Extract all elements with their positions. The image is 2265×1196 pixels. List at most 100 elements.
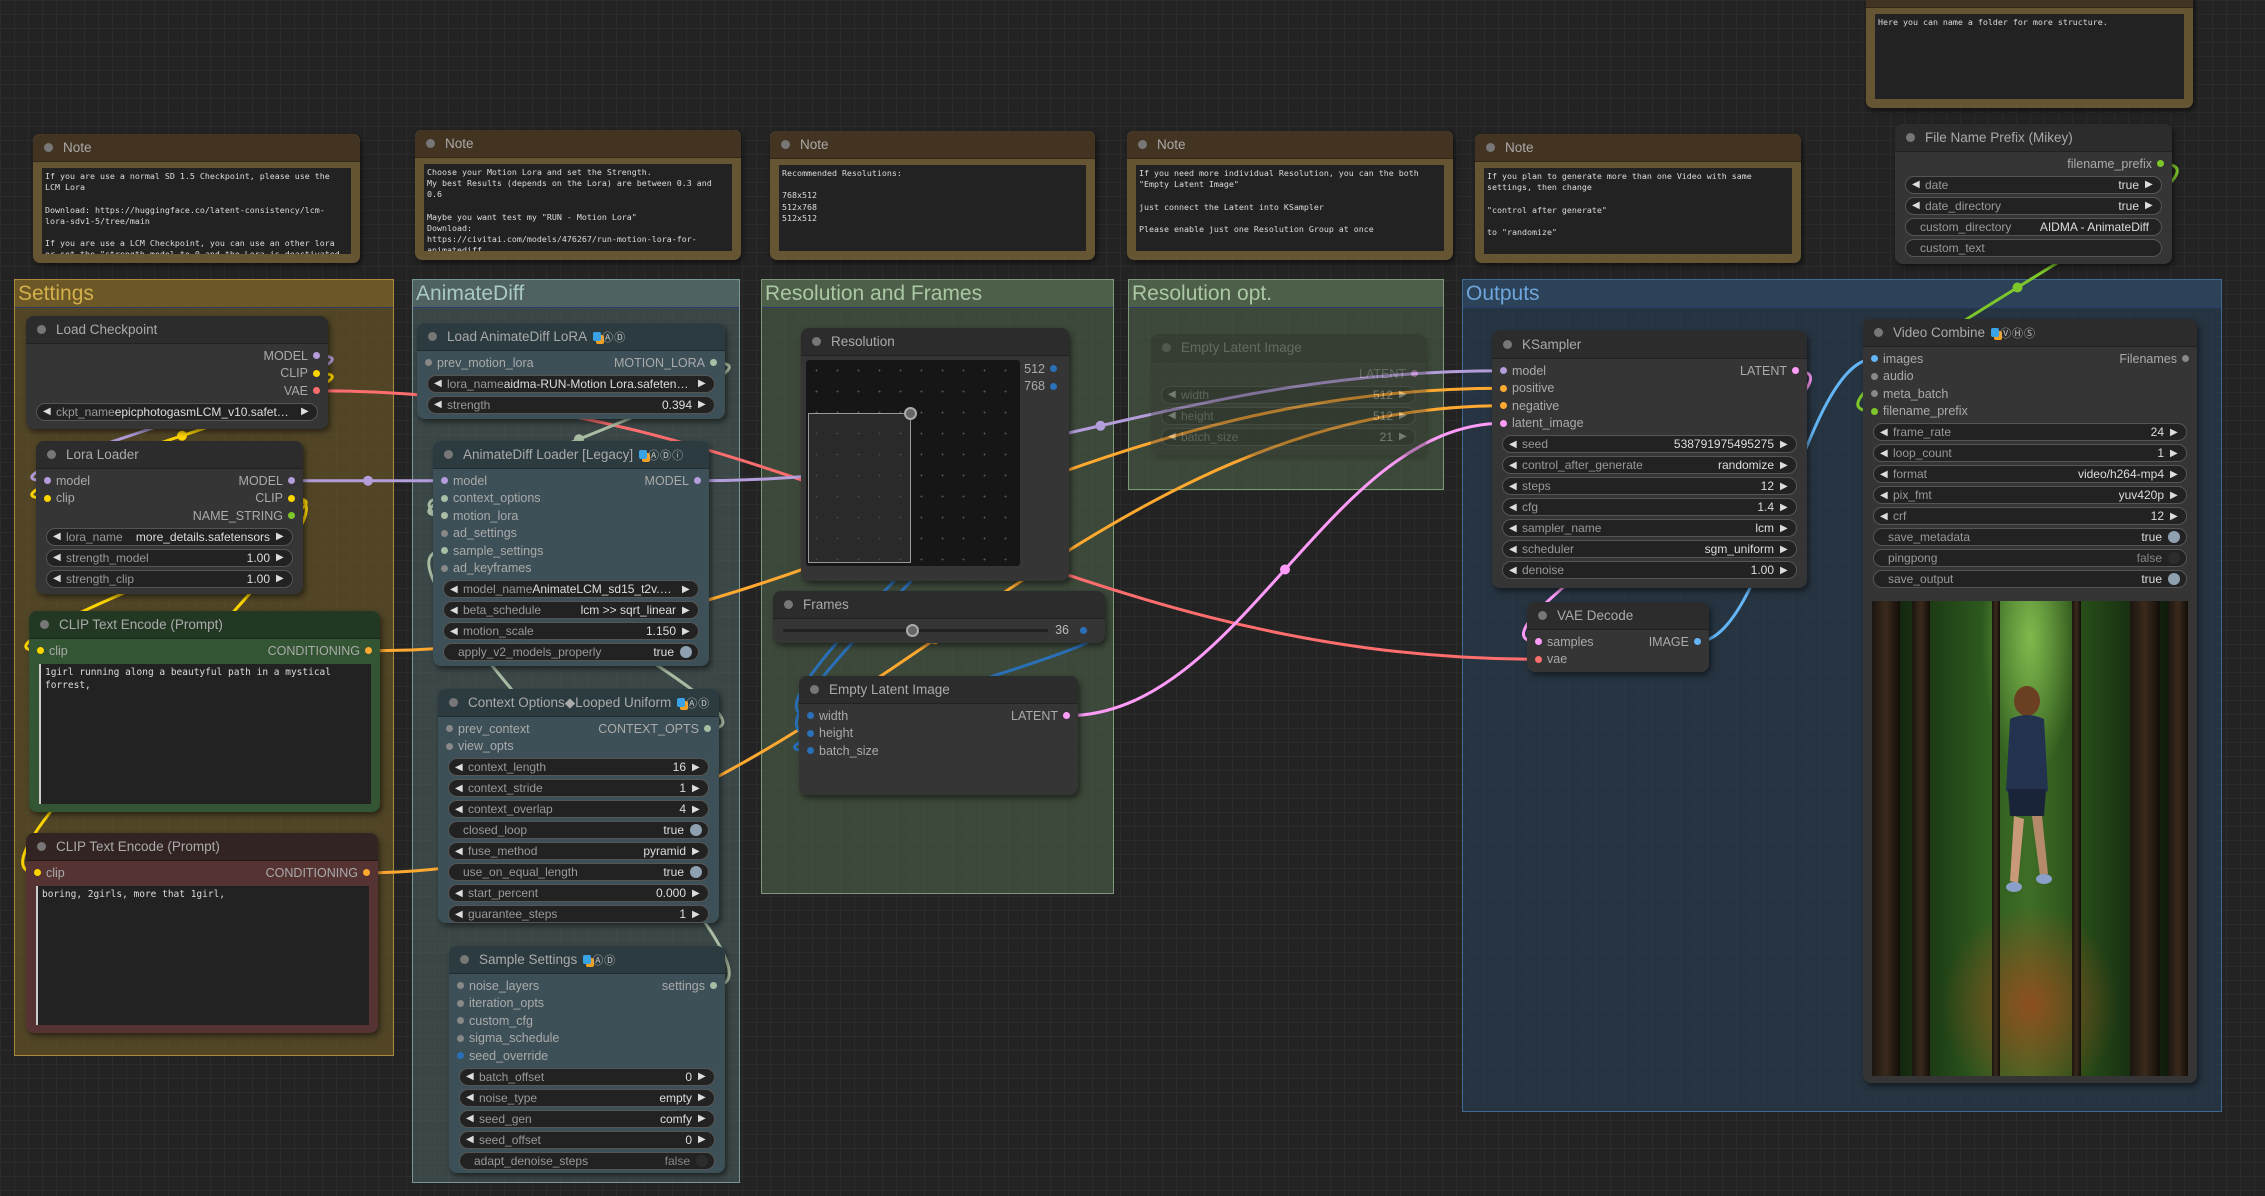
decrement-arrow-icon[interactable]: ◀ [1168, 431, 1178, 442]
collapse-toggle-icon[interactable] [449, 698, 458, 707]
output-dot-Filenames[interactable] [2182, 355, 2189, 363]
input-dot-clip[interactable] [44, 494, 51, 502]
output-dot-CONTEXT_OPTS[interactable] [704, 725, 711, 733]
decrement-arrow-icon[interactable]: ◀ [1509, 565, 1519, 576]
increment-arrow-icon[interactable]: ▶ [698, 399, 708, 410]
input-slot[interactable]: sigma_schedule [457, 1031, 559, 1045]
input-slot[interactable]: motion_lora [441, 509, 518, 523]
decrement-arrow-icon[interactable]: ◀ [1168, 410, 1178, 421]
node-header[interactable]: Frames [773, 591, 1105, 619]
widget-batch-size[interactable]: ◀ batch_size 21 ▶ [1161, 427, 1416, 446]
input-dot-width[interactable] [807, 712, 814, 720]
decrement-arrow-icon[interactable]: ◀ [1509, 523, 1519, 534]
node-header[interactable]: Note [33, 134, 360, 162]
collapse-toggle-icon[interactable] [810, 685, 819, 694]
decrement-arrow-icon[interactable]: ◀ [1509, 460, 1519, 471]
output-dot-CLIP[interactable] [288, 494, 295, 502]
node-latent2[interactable]: Empty Latent Image LATENT ◀ width 512 ▶ ◀ heigh… [1151, 334, 1426, 455]
output-slot[interactable]: LATENT [1011, 709, 1070, 723]
increment-arrow-icon[interactable]: ▶ [682, 626, 692, 637]
node-frames[interactable]: Frames 36 [773, 591, 1105, 643]
input-dot-negative[interactable] [1500, 402, 1507, 410]
resolution-canvas[interactable] [806, 360, 1020, 566]
collapse-toggle-icon[interactable] [460, 955, 469, 964]
widget-seed[interactable]: ◀ seed 538791975495275 ▶ [1502, 435, 1797, 453]
node-header[interactable]: Note [1127, 131, 1453, 159]
decrement-arrow-icon[interactable]: ◀ [1880, 469, 1890, 480]
output-slot[interactable]: settings [662, 979, 717, 993]
node-note1[interactable]: Note If you are use a normal SD 1.5 Check… [33, 134, 360, 263]
widget-save-output[interactable]: save_output true [1873, 570, 2187, 588]
node-header[interactable]: KSampler [1492, 331, 1807, 359]
node-note3[interactable]: Note Recommended Resolutions: 768x512 512… [770, 131, 1095, 260]
decrement-arrow-icon[interactable]: ◀ [1912, 179, 1922, 190]
widget-fuse-method[interactable]: ◀ fuse_method pyramid ▶ [448, 842, 709, 860]
input-dot-clip[interactable] [37, 647, 44, 655]
input-dot-filename_prefix[interactable] [1871, 407, 1878, 415]
node-adlora[interactable]: Load AnimateDiff LoRA ⒶⒹ prev_motion_lora M… [417, 323, 725, 419]
decrement-arrow-icon[interactable]: ◀ [466, 1113, 476, 1124]
widget-crf[interactable]: ◀ crf 12 ▶ [1873, 507, 2187, 525]
increment-arrow-icon[interactable]: ▶ [2170, 427, 2180, 438]
widget-ckpt-name[interactable]: ◀ ckpt_name epicphotogasmLCM_v10.safetenso… [36, 402, 318, 421]
widget-context-stride[interactable]: ◀ context_stride 1 ▶ [448, 779, 709, 797]
input-dot-height[interactable] [807, 729, 814, 737]
decrement-arrow-icon[interactable]: ◀ [455, 909, 465, 920]
decrement-arrow-icon[interactable]: ◀ [450, 605, 460, 616]
note-textarea[interactable]: If you plan to generate more than one Vi… [1484, 168, 1792, 254]
prompt-textarea[interactable]: boring, 2girls, more that 1girl, [36, 886, 369, 1025]
input-slot[interactable]: context_options [441, 491, 541, 505]
output-slot[interactable]: CLIP [255, 491, 295, 505]
increment-arrow-icon[interactable]: ▶ [276, 531, 286, 542]
resolution-rect[interactable] [808, 413, 912, 563]
output-dot-MODEL[interactable] [288, 477, 295, 485]
increment-arrow-icon[interactable]: ▶ [301, 406, 311, 417]
decrement-arrow-icon[interactable]: ◀ [466, 1071, 476, 1082]
output-dot-LATENT[interactable] [1063, 712, 1070, 720]
node-header[interactable]: Video Combine ⓋⒽⓈ [1863, 319, 2197, 347]
input-dot-noise_layers[interactable] [457, 982, 464, 990]
decrement-arrow-icon[interactable]: ◀ [466, 1092, 476, 1103]
increment-arrow-icon[interactable]: ▶ [2145, 200, 2155, 211]
node-clipneg[interactable]: CLIP Text Encode (Prompt) clip CONDITIONIN… [26, 833, 378, 1033]
output-dot-512[interactable] [1050, 365, 1057, 373]
increment-arrow-icon[interactable]: ▶ [698, 378, 708, 389]
input-dot-prev_context[interactable] [446, 725, 453, 733]
input-dot-iteration_opts[interactable] [457, 999, 464, 1007]
input-dot-meta_batch[interactable] [1871, 390, 1878, 398]
increment-arrow-icon[interactable]: ▶ [1399, 389, 1409, 400]
node-header[interactable]: Lora Loader [36, 441, 303, 469]
widget-apply-v2-models-properly[interactable]: apply_v2_models_properly true [443, 643, 699, 661]
toggle-knob-icon[interactable] [2168, 573, 2180, 585]
widget-adapt-denoise-steps[interactable]: adapt_denoise_steps false [459, 1151, 715, 1170]
input-dot-sample_settings[interactable] [441, 547, 448, 555]
decrement-arrow-icon[interactable]: ◀ [1880, 427, 1890, 438]
increment-arrow-icon[interactable]: ▶ [2170, 448, 2180, 459]
input-slot[interactable]: iteration_opts [457, 996, 544, 1010]
widget-cfg[interactable]: ◀ cfg 1.4 ▶ [1502, 498, 1797, 516]
input-slot[interactable]: ad_settings [441, 526, 517, 540]
output-slot[interactable]: CONDITIONING [268, 644, 372, 658]
input-dot-context_options[interactable] [441, 494, 448, 502]
decrement-arrow-icon[interactable]: ◀ [434, 399, 444, 410]
input-dot-model[interactable] [1500, 367, 1507, 375]
node-header[interactable]: Resolution [801, 328, 1069, 356]
toggle-knob-icon[interactable] [2168, 531, 2180, 543]
input-slot[interactable]: noise_layers [457, 979, 539, 993]
input-slot[interactable]: view_opts [446, 739, 514, 753]
input-slot[interactable]: sample_settings [441, 544, 543, 558]
widget-seed-gen[interactable]: ◀ seed_gen comfy ▶ [459, 1109, 715, 1128]
output-slot[interactable]: NAME_STRING [193, 509, 295, 523]
increment-arrow-icon[interactable]: ▶ [1780, 481, 1790, 492]
decrement-arrow-icon[interactable]: ◀ [455, 783, 465, 794]
toggle-knob-icon[interactable] [690, 824, 702, 836]
input-dot-positive[interactable] [1500, 384, 1507, 392]
decrement-arrow-icon[interactable]: ◀ [1509, 502, 1519, 513]
output-slot[interactable]: LATENT [1359, 367, 1418, 381]
output-slot[interactable]: MOTION_LORA [614, 356, 717, 370]
node-note6[interactable]: Here you can name a folder for more stru… [1866, 0, 2193, 108]
increment-arrow-icon[interactable]: ▶ [1780, 460, 1790, 471]
output-dot-CLIP[interactable] [313, 369, 320, 377]
node-header[interactable]: CLIP Text Encode (Prompt) [29, 611, 380, 639]
widget-closed-loop[interactable]: closed_loop true [448, 821, 709, 839]
